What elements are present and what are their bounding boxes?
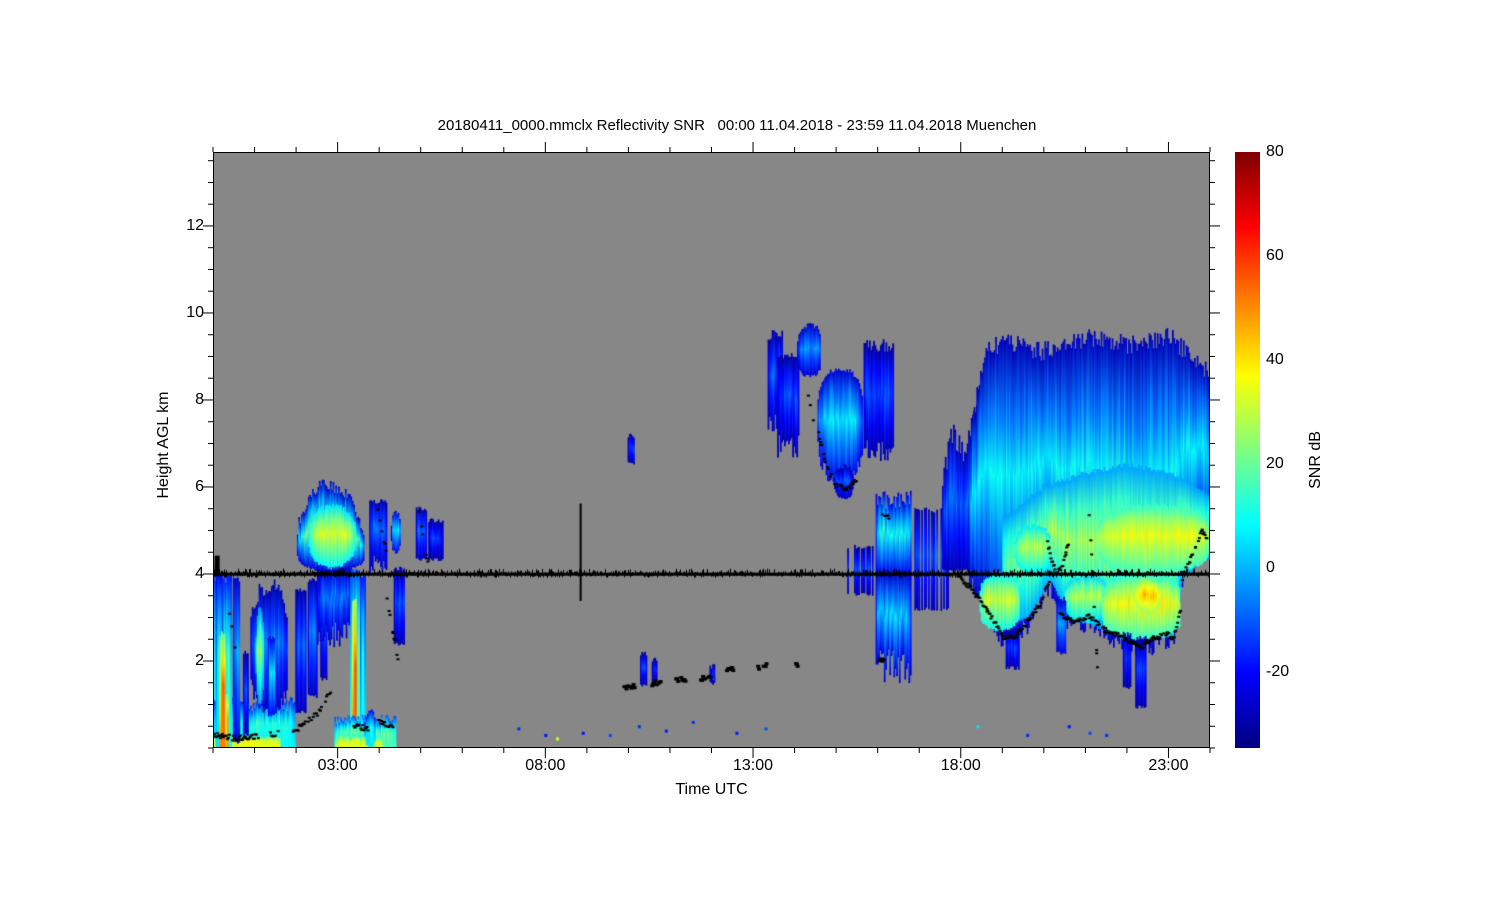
x-tick-label: 23:00 [1148, 757, 1189, 774]
colorbar-tick-label: -20 [1266, 663, 1290, 681]
colorbar-tick-label: 80 [1266, 143, 1284, 160]
plot-frame [213, 152, 1210, 748]
colorbar-tick-label: 0 [1266, 559, 1275, 577]
y-tick-label: 10 [186, 303, 204, 321]
colorbar-tick-label: 20 [1266, 455, 1284, 473]
x-tick-label: 03:00 [317, 757, 358, 774]
x-tick-label: 13:00 [733, 757, 774, 774]
y-tick-label: 4 [195, 564, 204, 582]
colorbar-tick-label: 60 [1266, 247, 1284, 264]
colorbar-tick-label: 40 [1266, 351, 1284, 369]
y-tick-label: 8 [195, 390, 204, 408]
x-tick-label: 08:00 [525, 757, 566, 774]
x-tick-label: 18:00 [940, 757, 981, 774]
y-tick-label: 12 [186, 216, 204, 234]
y-tick-label: 2 [195, 651, 204, 669]
radar-quicklook-figure: 20180411_0000.mmclx Reflectivity SNR 00:… [0, 0, 1500, 900]
y-tick-label: 6 [195, 477, 204, 495]
